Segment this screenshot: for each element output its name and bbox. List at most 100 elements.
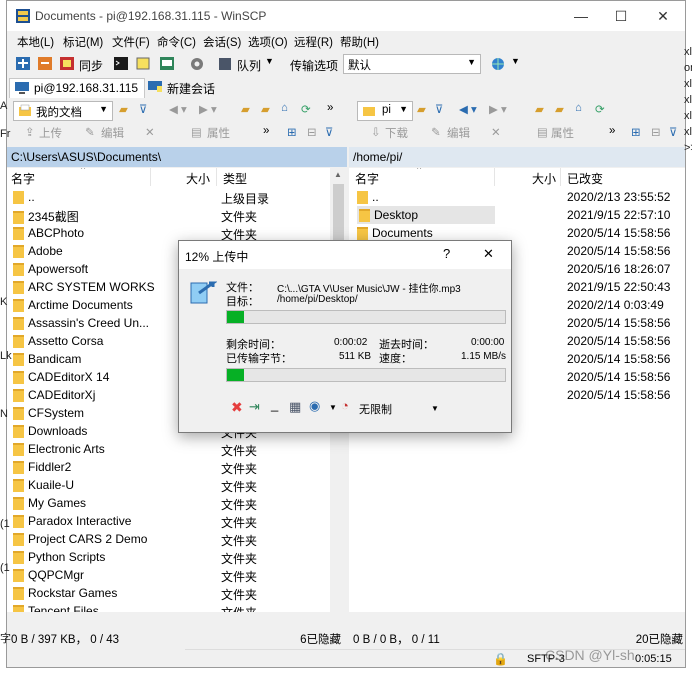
menu-commands[interactable]: 命令(C) xyxy=(157,34,196,50)
filter-small-icon[interactable]: ⊽ xyxy=(325,125,333,139)
new-plus-icon[interactable]: ⊞ xyxy=(631,125,641,139)
table-row[interactable]: QQPCMgr 文件夹 xyxy=(7,566,330,584)
menu-mark[interactable]: 标记(M) xyxy=(63,34,103,50)
sync-icon[interactable] xyxy=(59,54,75,74)
back-arrow-icon[interactable]: ◀ ▾ xyxy=(169,102,187,116)
tab-new-session[interactable]: 新建会话 xyxy=(143,78,221,98)
filter-icon[interactable]: ⊽ xyxy=(139,102,147,116)
delete-icon[interactable]: ✕ xyxy=(491,125,501,139)
delete-icon[interactable]: ✕ xyxy=(145,125,155,139)
more-tools-icon[interactable]: » xyxy=(327,102,333,114)
speed-limit-value[interactable]: 无限制 xyxy=(359,401,392,417)
menu-local[interactable]: 本地(L) xyxy=(17,34,54,50)
col-type[interactable]: 类型 xyxy=(219,168,329,186)
close-window-button[interactable]: ✕ xyxy=(651,5,675,27)
edit-button[interactable]: 编辑 xyxy=(101,125,124,141)
menu-help[interactable]: 帮助(H) xyxy=(340,34,379,50)
right-path-bar[interactable]: /home/pi/ xyxy=(349,147,685,167)
properties-button[interactable]: 属性 xyxy=(551,125,574,141)
forward-arrow-icon[interactable]: ▶ ▾ xyxy=(199,102,217,116)
refresh-icon[interactable]: ⟳ xyxy=(595,102,605,116)
table-row[interactable]: 2345截图 文件夹 xyxy=(7,206,330,225)
menu-remote[interactable]: 远程(R) xyxy=(294,34,333,50)
home-icon[interactable]: ⌂ xyxy=(575,102,582,114)
parent-dir-icon[interactable]: ▰ xyxy=(535,102,544,116)
table-row[interactable]: Electronic Arts 文件夹 xyxy=(7,440,330,458)
maximize-button[interactable]: ☐ xyxy=(609,5,633,27)
menu-options[interactable]: 选项(O) xyxy=(248,34,288,50)
filter-icon[interactable]: ⊽ xyxy=(435,102,443,116)
menu-file[interactable]: 文件(F) xyxy=(112,34,150,50)
terminal-icon[interactable] xyxy=(113,54,129,74)
forward-arrow-icon[interactable]: ▶ ▾ xyxy=(489,102,507,116)
table-row[interactable]: Tencent Files 文件夹 xyxy=(7,602,330,612)
col-size[interactable]: 大小 xyxy=(151,168,217,186)
table-row[interactable]: Project CARS 2 Demo 文件夹 xyxy=(7,530,330,548)
queue-button[interactable]: 队列 xyxy=(237,57,261,77)
queue-icon[interactable] xyxy=(217,54,233,74)
move-to-background-icon[interactable]: ⇥ xyxy=(249,399,260,415)
left-scroll-thumb[interactable] xyxy=(333,184,344,244)
table-row[interactable]: Rockstar Games 文件夹 xyxy=(7,584,330,602)
col-name[interactable]: 名字 ^ xyxy=(11,168,151,186)
home-icon[interactable]: ⌂ xyxy=(281,102,288,114)
table-row[interactable]: Python Scripts 文件夹 xyxy=(7,548,330,566)
open-folder-icon[interactable]: ▰ xyxy=(417,102,426,116)
folder-icon xyxy=(13,299,24,313)
cancel-transfer-icon[interactable]: ✖ xyxy=(231,399,243,416)
speed-limit-dropdown-icon[interactable]: ▼ xyxy=(431,404,439,413)
table-row[interactable]: Desktop 2021/9/15 22:57:10 xyxy=(349,206,685,225)
row-name: Arctime Documents xyxy=(13,298,133,313)
back-arrow-icon[interactable]: ◀ ▾ xyxy=(459,102,477,116)
putty-icon[interactable] xyxy=(135,54,151,74)
col-changed[interactable]: 已改变 xyxy=(563,168,683,186)
upload-button[interactable]: 上传 xyxy=(39,125,62,141)
queue-dropdown-icon[interactable]: ▼ xyxy=(265,56,274,76)
root-dir-icon[interactable]: ▰ xyxy=(261,102,270,116)
globe-dropdown-icon[interactable]: ▼ xyxy=(511,56,520,76)
transfer-preset-select[interactable]: 默认 ▼ xyxy=(343,54,481,74)
more-tools-icon[interactable]: » xyxy=(609,125,615,137)
menu-session[interactable]: 会话(S) xyxy=(203,34,241,50)
minus-icon[interactable]: ⊟ xyxy=(651,125,661,139)
queue-mode-icon[interactable]: ▦ xyxy=(289,399,301,415)
col-name[interactable]: 名字 ^ xyxy=(355,168,495,186)
transferred-label: 已传输字节： xyxy=(226,353,292,365)
left-location-select[interactable]: 我的文档 ▼ xyxy=(13,101,113,121)
refresh-icon[interactable]: ⟳ xyxy=(301,102,311,116)
col-size[interactable]: 大小 xyxy=(495,168,561,186)
dialog-close-button[interactable]: ✕ xyxy=(483,246,494,262)
minus-icon[interactable]: ⊟ xyxy=(307,125,317,139)
table-row[interactable]: .. 2020/2/13 23:55:52 xyxy=(349,188,685,206)
row-name: CADEditorX 14 xyxy=(13,370,109,385)
queue-view-icon[interactable] xyxy=(159,54,175,74)
tab-session[interactable]: pi@192.168.31.115 xyxy=(9,78,146,98)
minimize-button[interactable]: — xyxy=(569,5,593,27)
parent-dir-icon[interactable]: ▰ xyxy=(241,102,250,116)
scroll-up-icon[interactable]: ▲ xyxy=(334,170,342,179)
download-button[interactable]: 下载 xyxy=(385,125,408,141)
new-plus-icon[interactable]: ⊞ xyxy=(287,125,297,139)
once-done-dropdown-icon[interactable]: ▼ xyxy=(329,403,337,412)
dialog-help-button[interactable]: ? xyxy=(443,246,450,261)
properties-button[interactable]: 属性 xyxy=(207,125,230,141)
table-row[interactable]: Fiddler2 文件夹 xyxy=(7,458,330,476)
once-done-icon[interactable]: ◉ xyxy=(309,398,320,414)
more-tools-icon[interactable]: » xyxy=(263,125,269,137)
table-row[interactable]: Kuaile-U 文件夹 xyxy=(7,476,330,494)
synchronize-browse-icon[interactable] xyxy=(37,54,53,74)
filter-small-icon[interactable]: ⊽ xyxy=(669,125,677,139)
preferences-gear-icon[interactable] xyxy=(189,54,205,74)
minimize-dialog-icon[interactable]: _ xyxy=(271,397,278,412)
open-folder-icon[interactable]: ▰ xyxy=(119,102,128,116)
table-row[interactable]: Paradox Interactive 文件夹 xyxy=(7,512,330,530)
compare-icon[interactable] xyxy=(15,54,31,74)
table-row[interactable]: My Games 文件夹 xyxy=(7,494,330,512)
root-dir-icon[interactable]: ▰ xyxy=(555,102,564,116)
table-row[interactable]: .. 上级目录 xyxy=(7,188,330,206)
left-path-bar[interactable]: C:\Users\ASUS\Documents\ xyxy=(7,147,347,167)
sync-button[interactable]: 同步 xyxy=(79,57,103,77)
right-location-select[interactable]: pi ▼ xyxy=(357,101,413,121)
edit-button[interactable]: 编辑 xyxy=(447,125,470,141)
globe-icon[interactable] xyxy=(489,54,507,74)
